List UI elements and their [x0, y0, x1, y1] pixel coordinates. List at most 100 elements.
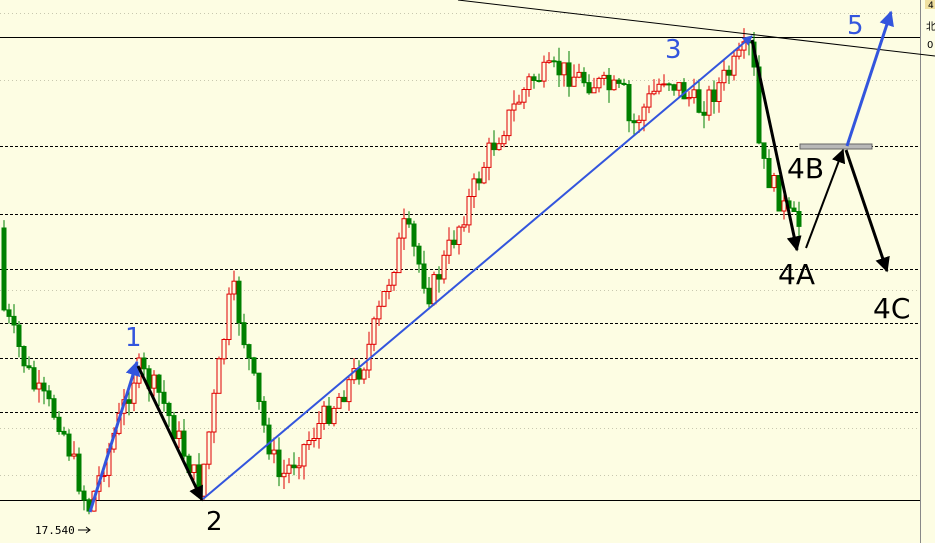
candle-body: [766, 158, 772, 189]
candle-body: [406, 218, 412, 225]
candle-body: [546, 60, 552, 63]
candle-body: [221, 339, 227, 360]
candle-body: [181, 430, 187, 457]
candle-body: [776, 175, 782, 212]
candle-body: [726, 69, 732, 76]
candle-body: [401, 218, 407, 239]
candle-body: [736, 49, 742, 57]
candle-body: [176, 430, 182, 440]
candle-body: [211, 392, 217, 433]
candle-body: [671, 84, 677, 91]
candle-body: [426, 287, 432, 305]
candle-body: [561, 62, 567, 76]
candle-body: [76, 453, 82, 492]
candle-body: [276, 449, 282, 478]
candle-body: [676, 82, 682, 91]
candle-body: [161, 391, 167, 404]
candle-body: [286, 464, 292, 474]
candle-body: [346, 379, 352, 403]
candle-body: [721, 69, 727, 84]
candle-body: [16, 324, 22, 347]
candle-body: [241, 322, 247, 346]
candle-body: [226, 293, 232, 341]
candle-body: [66, 433, 72, 457]
candle-body: [796, 211, 802, 227]
candle-body: [356, 368, 362, 380]
candle-body: [636, 119, 642, 124]
candle-body: [166, 402, 172, 417]
candle-body: [266, 424, 272, 455]
candle-body: [571, 76, 577, 87]
candle-body: [156, 374, 162, 393]
candle-body: [411, 223, 417, 247]
candle-body: [456, 226, 462, 246]
right-axis-fragment: 0: [927, 40, 933, 51]
candle-body: [701, 111, 707, 116]
candle-body: [476, 178, 482, 184]
candle-body: [376, 305, 382, 320]
candle-body: [246, 344, 252, 359]
candle-body: [656, 83, 662, 92]
candle-body: [761, 142, 767, 159]
candle-body: [191, 464, 197, 473]
candle-body: [461, 224, 467, 228]
candle-body: [506, 109, 512, 137]
candle-body: [296, 465, 302, 469]
candle-body: [471, 178, 477, 197]
candle-body: [271, 449, 277, 455]
candle-body: [771, 175, 777, 189]
candle-body: [291, 464, 297, 469]
candle-body: [71, 453, 77, 457]
candle-body: [626, 84, 632, 122]
right-axis-fragment: 北: [926, 21, 935, 33]
candle-body: [1, 227, 7, 311]
wave-label-4c: 4C: [873, 292, 910, 325]
candle-body: [516, 101, 522, 105]
candle-body: [601, 74, 607, 79]
candle-body: [336, 396, 342, 409]
candle-body: [301, 444, 307, 467]
candle-body: [531, 76, 537, 82]
candle-body: [361, 369, 367, 380]
candle-body: [126, 399, 132, 404]
candle-body: [611, 79, 617, 91]
candle-body: [341, 396, 347, 403]
candle-body: [596, 77, 602, 89]
candle-body: [706, 89, 712, 116]
right-axis-fragment: 4: [928, 1, 934, 11]
candle-body: [686, 97, 692, 100]
candle-body: [696, 89, 702, 113]
candle-body: [791, 207, 797, 213]
wave-label-5: 5: [847, 11, 864, 41]
candle-body: [51, 398, 57, 418]
wave-label-2: 2: [206, 507, 223, 537]
candle-body: [131, 382, 137, 404]
candle-body: [541, 61, 547, 82]
candle-body: [511, 103, 517, 111]
candle-body: [316, 423, 322, 439]
candle-body: [646, 93, 652, 108]
candle-body: [631, 120, 637, 124]
candle-body: [486, 142, 492, 168]
candle-body: [41, 382, 47, 392]
candle-body: [621, 82, 627, 86]
candle-body: [56, 416, 62, 432]
candle-body: [256, 372, 262, 403]
candle-body: [711, 89, 717, 102]
wave-label-3: 3: [665, 35, 682, 65]
candle-body: [446, 239, 452, 256]
low-price-label: 17.540: [35, 524, 75, 537]
candle-body: [576, 71, 582, 78]
candle-body: [416, 245, 422, 265]
candle-body: [566, 62, 572, 87]
candle-body: [31, 367, 37, 390]
candle-body: [491, 142, 497, 151]
candle-body: [651, 90, 657, 95]
candle-body: [261, 400, 267, 426]
candle-body: [666, 83, 672, 86]
candle-body: [321, 405, 327, 425]
candle-body: [141, 357, 147, 370]
candle-body: [441, 254, 447, 280]
candle-body: [61, 430, 67, 435]
candle-body: [581, 71, 587, 84]
